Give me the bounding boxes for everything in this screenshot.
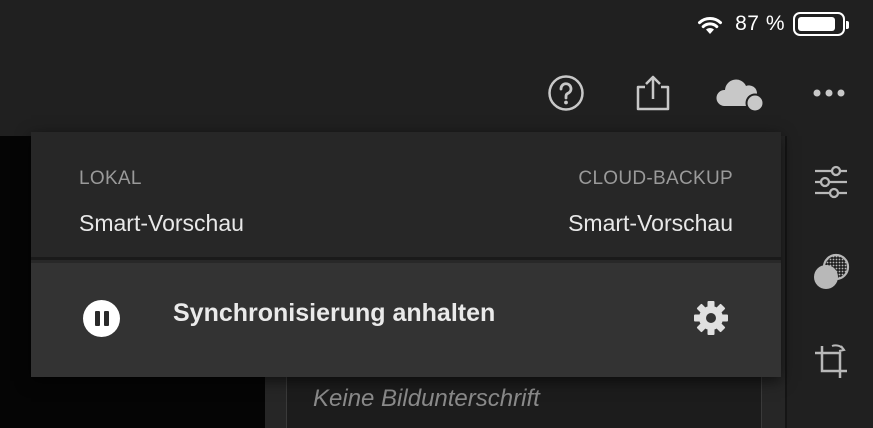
presets-button[interactable] (809, 250, 853, 294)
battery-level (798, 17, 835, 31)
wifi-icon (697, 13, 723, 35)
caption-placeholder: Keine Bildunterschrift (313, 385, 540, 412)
sync-settings-button[interactable] (691, 298, 731, 338)
storage-info: LOKAL Smart-Vorschau CLOUD-BACKUP Smart-… (31, 132, 781, 260)
adjust-sliders-icon (815, 165, 847, 199)
settings-gear-icon (694, 301, 728, 335)
help-icon (548, 75, 584, 111)
battery-percent: 87 % (735, 12, 785, 35)
help-button[interactable] (543, 70, 589, 116)
caption-field[interactable]: Keine Bildunterschrift (286, 372, 762, 428)
pause-sync-button[interactable] (83, 300, 120, 337)
adjust-button[interactable] (809, 160, 853, 204)
more-icon (813, 89, 845, 97)
cloud-backup-value: Smart-Vorschau (568, 210, 733, 236)
presets-icon (814, 253, 850, 289)
battery-icon (793, 12, 849, 36)
toolbar (0, 70, 873, 116)
local-label: LOKAL (79, 168, 142, 189)
crop-button[interactable] (809, 340, 853, 384)
cloud-sync-icon (716, 79, 765, 113)
local-value: Smart-Vorschau (79, 210, 244, 236)
right-tool-panel (785, 136, 873, 428)
status-bar: 87 % (697, 10, 849, 38)
pause-icon (93, 311, 111, 326)
crop-rotate-icon (815, 344, 847, 378)
share-button[interactable] (630, 70, 676, 116)
more-button[interactable] (806, 70, 852, 116)
cloud-sync-button[interactable] (716, 70, 768, 116)
cloud-backup-label: CLOUD-BACKUP (578, 168, 733, 189)
pause-sync-label[interactable]: Synchronisierung anhalten (173, 299, 495, 328)
top-bar: 87 % (0, 0, 873, 136)
share-icon (636, 75, 670, 111)
pause-sync-row[interactable]: Synchronisierung anhalten (31, 263, 781, 377)
sync-status-popover: LOKAL Smart-Vorschau CLOUD-BACKUP Smart-… (31, 132, 781, 377)
